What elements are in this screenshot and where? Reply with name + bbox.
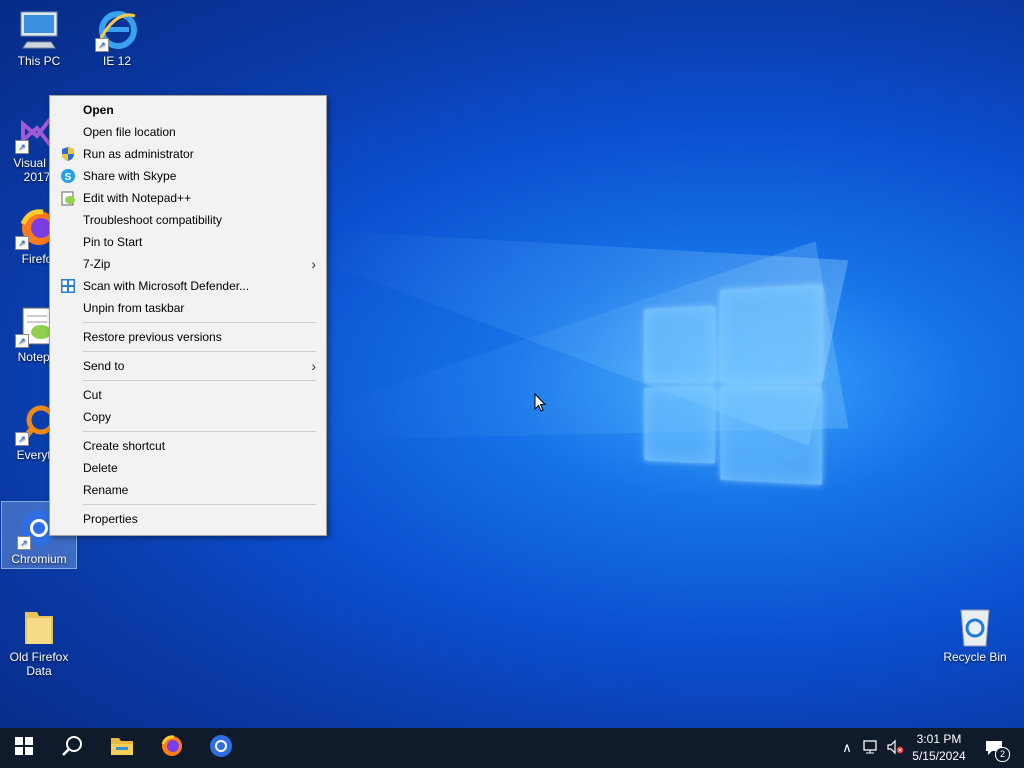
folder-icon	[17, 604, 61, 648]
svg-text:S: S	[65, 172, 72, 183]
chevron-right-icon: ›	[311, 358, 316, 374]
computer-icon	[17, 8, 61, 52]
menu-separator	[83, 380, 316, 381]
menu-item-delete[interactable]: Delete	[50, 457, 326, 479]
notepad-plus-plus-icon	[60, 190, 76, 206]
taskbar-firefox[interactable]	[148, 728, 196, 768]
menu-item-share-with-skype[interactable]: S Share with Skype	[50, 165, 326, 187]
shortcut-arrow-icon: ↗	[15, 334, 29, 348]
menu-item-send-to[interactable]: Send to ›	[50, 355, 326, 377]
desktop-icon-old-firefox-data[interactable]: Old Firefox Data	[2, 604, 76, 678]
firefox-icon	[160, 734, 184, 763]
defender-icon	[60, 278, 76, 294]
desktop-icon-ie[interactable]: ↗ IE 12	[80, 8, 154, 68]
menu-item-pin-to-start[interactable]: Pin to Start	[50, 231, 326, 253]
network-status-button[interactable]	[860, 728, 882, 768]
menu-item-7-zip[interactable]: 7-Zip ›	[50, 253, 326, 275]
uac-shield-icon	[60, 146, 76, 162]
shortcut-arrow-icon: ↗	[95, 38, 109, 52]
chromium-icon	[209, 734, 233, 763]
clock-date: 5/15/2024	[912, 749, 966, 763]
search-icon	[61, 735, 83, 762]
menu-item-create-shortcut[interactable]: Create shortcut	[50, 435, 326, 457]
taskbar-file-explorer[interactable]	[98, 728, 146, 768]
menu-item-restore-previous-versions[interactable]: Restore previous versions	[50, 326, 326, 348]
menu-item-troubleshoot-compatibility[interactable]: Troubleshoot compatibility	[50, 209, 326, 231]
start-button[interactable]	[0, 728, 48, 768]
menu-item-copy[interactable]: Copy	[50, 406, 326, 428]
chevron-right-icon: ›	[311, 256, 316, 272]
desktop-icon-this-pc[interactable]: This PC	[2, 8, 76, 68]
taskbar: ∧ 3:01 PM 5/15/2024 2	[0, 728, 1024, 768]
show-hidden-icons-button[interactable]: ∧	[836, 728, 858, 768]
context-menu: Open Open file location Run as administr…	[49, 95, 327, 536]
menu-item-open-file-location[interactable]: Open file location	[50, 121, 326, 143]
menu-item-run-as-administrator[interactable]: Run as administrator	[50, 143, 326, 165]
taskbar-chromium[interactable]	[197, 728, 245, 768]
menu-item-rename[interactable]: Rename	[50, 479, 326, 501]
taskbar-clock[interactable]: 3:01 PM 5/15/2024	[900, 731, 978, 765]
menu-separator	[83, 431, 316, 432]
menu-item-edit-with-notepad-plus-plus[interactable]: Edit with Notepad++	[50, 187, 326, 209]
menu-item-scan-with-defender[interactable]: Scan with Microsoft Defender...	[50, 275, 326, 297]
search-button[interactable]	[48, 728, 96, 768]
recycle-bin-icon	[953, 604, 997, 648]
shortcut-arrow-icon: ↗	[15, 432, 29, 446]
shortcut-arrow-icon: ↗	[15, 236, 29, 250]
network-icon	[862, 739, 880, 758]
notification-count-badge: 2	[995, 747, 1010, 762]
menu-separator	[83, 322, 316, 323]
clock-time: 3:01 PM	[916, 732, 962, 746]
desktop-icon-recycle-bin[interactable]: Recycle Bin	[938, 604, 1012, 664]
folder-icon	[110, 736, 134, 761]
menu-item-unpin-from-taskbar[interactable]: Unpin from taskbar	[50, 297, 326, 319]
menu-item-properties[interactable]: Properties	[50, 508, 326, 530]
shortcut-arrow-icon: ↗	[15, 140, 29, 154]
windows-wallpaper-logo	[644, 285, 822, 485]
windows-logo-icon	[15, 736, 33, 760]
menu-separator	[83, 504, 316, 505]
shortcut-arrow-icon: ↗	[17, 536, 31, 550]
menu-item-cut[interactable]: Cut	[50, 384, 326, 406]
action-center-button[interactable]: 2	[980, 728, 1010, 768]
menu-separator	[83, 351, 316, 352]
notification-icon: 2	[984, 739, 1010, 762]
skype-icon: S	[60, 168, 76, 184]
mouse-cursor-icon	[534, 392, 547, 418]
chevron-up-icon: ∧	[842, 740, 852, 755]
menu-item-open[interactable]: Open	[50, 99, 326, 121]
internet-explorer-icon: ↗	[95, 8, 139, 52]
